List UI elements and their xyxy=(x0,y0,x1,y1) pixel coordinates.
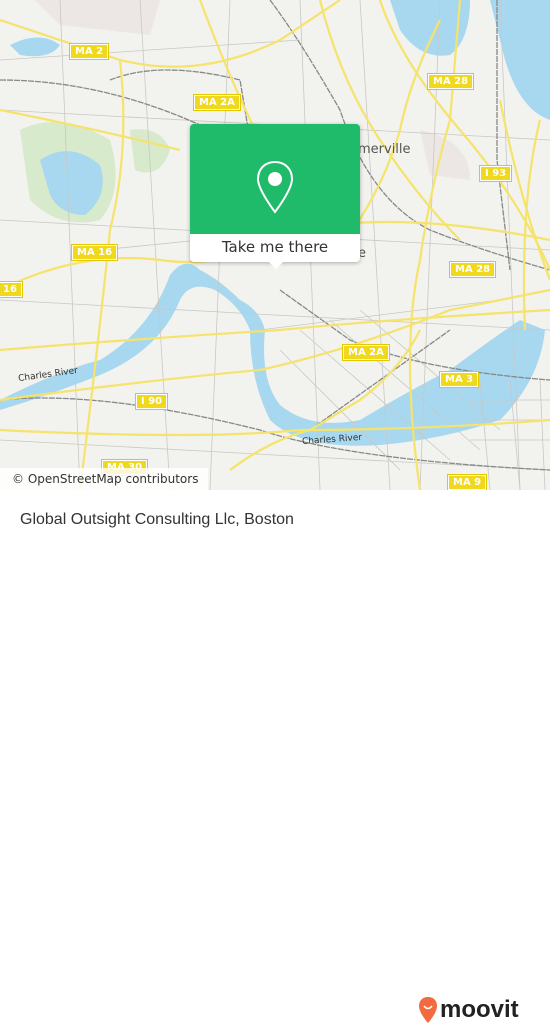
route-shield: 16 xyxy=(0,281,23,298)
map[interactable]: MA 2 MA 2A MA 28 I 93 MA 16 16 MA 28 MA … xyxy=(0,0,550,491)
location-popup: Take me there xyxy=(190,124,360,269)
route-shield: MA 3 xyxy=(438,371,480,388)
route-shield: MA 9 xyxy=(446,474,488,491)
route-shield: MA 28 xyxy=(448,261,497,278)
route-shield: MA 28 xyxy=(426,73,475,90)
place-label: merville xyxy=(358,142,411,157)
route-shield: I 90 xyxy=(134,393,169,410)
route-shield: MA 2A xyxy=(342,344,390,361)
footer: Global Outsight Consulting Llc, Boston m… xyxy=(0,490,550,1023)
map-attribution[interactable]: © OpenStreetMap contributors xyxy=(0,468,209,490)
route-shield: MA 2A xyxy=(193,94,241,111)
place-name: Global Outsight Consulting Llc, Boston xyxy=(20,511,294,528)
route-shield: MA 16 xyxy=(70,244,119,261)
brand-wordmark: moovit xyxy=(440,996,519,1023)
moovit-pin-icon xyxy=(419,997,437,1023)
route-shield: I 93 xyxy=(478,165,513,182)
map-pin-icon xyxy=(256,160,294,214)
moovit-logo: moovit xyxy=(418,996,519,1024)
popup-pointer xyxy=(268,261,284,269)
route-shield: MA 2 xyxy=(68,43,110,60)
popup-header xyxy=(190,124,360,234)
take-me-there-button[interactable]: Take me there xyxy=(190,234,360,262)
